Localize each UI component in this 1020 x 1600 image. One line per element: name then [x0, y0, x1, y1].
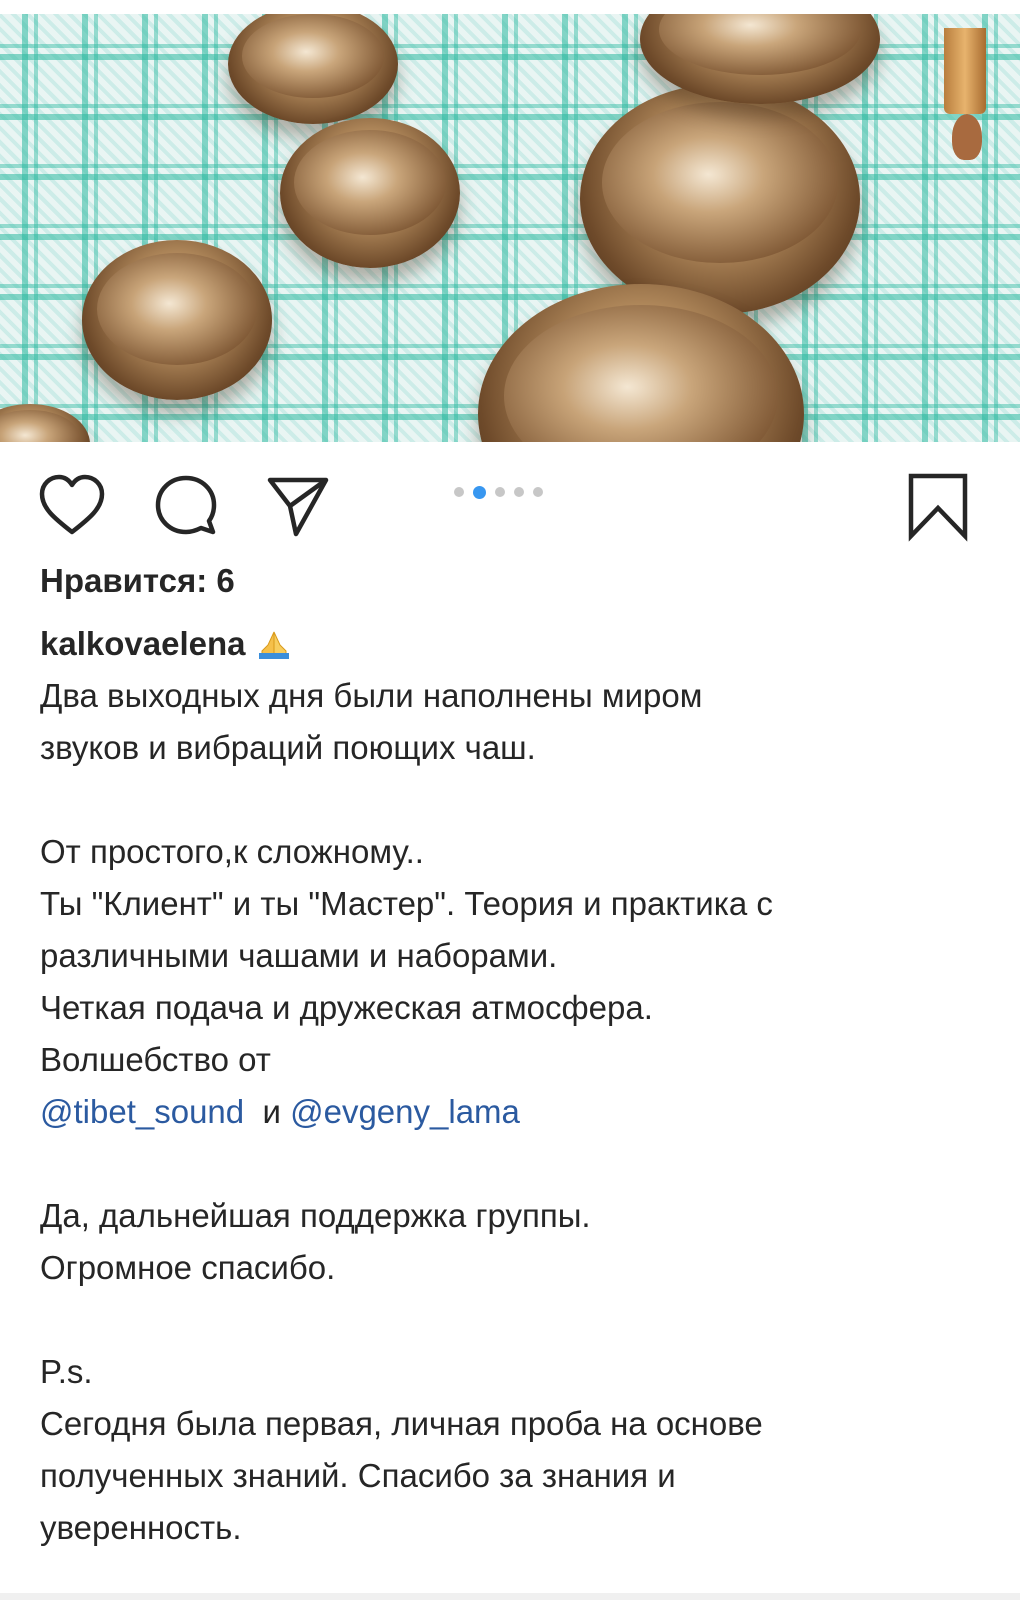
praying-hands-emoji-icon — [258, 631, 289, 659]
caption-line: От простого,к сложному.. — [40, 833, 424, 870]
caption-line: различными чашами и наборами. — [40, 937, 558, 974]
author-username[interactable]: kalkovaelena — [40, 625, 245, 662]
carousel-indicator — [454, 486, 543, 499]
paper-plane-icon[interactable] — [262, 470, 334, 542]
likes-count[interactable]: Нравится: 6 — [40, 562, 235, 600]
carousel-dot[interactable] — [533, 487, 543, 497]
mention-link[interactable]: @tibet_sound — [40, 1093, 244, 1130]
singing-bowl — [280, 118, 460, 268]
heart-icon[interactable] — [36, 470, 108, 542]
caption-line: Волшебство от — [40, 1041, 271, 1078]
carousel-dot[interactable] — [514, 487, 524, 497]
caption-line: Огромное спасибо. — [40, 1249, 336, 1286]
caption-header: kalkovaelena — [40, 618, 980, 670]
post-caption: kalkovaelena Два выходных дня были напол… — [40, 618, 980, 1554]
post-actions-bar — [0, 450, 1020, 542]
caption-line: Да, дальнейшая поддержка группы. — [40, 1197, 591, 1234]
caption-line: звуков и вибраций поющих чаш. — [40, 729, 536, 766]
singing-bowl — [0, 404, 90, 442]
caption-line: P.s. — [40, 1353, 93, 1390]
singing-bowl — [580, 84, 860, 314]
carousel-dot[interactable] — [454, 487, 464, 497]
bookmark-icon[interactable] — [905, 470, 971, 542]
caption-line: Ты "Клиент" и ты "Мастер". Теория и прак… — [40, 885, 773, 922]
singing-bowl — [228, 14, 398, 124]
carousel-dot-active[interactable] — [473, 486, 486, 499]
caption-conjunction: и — [262, 1093, 281, 1130]
caption-line: уверенность. — [40, 1509, 242, 1546]
caption-mentions-line: @tibet_sound и @evgeny_lama — [40, 1086, 980, 1138]
carousel-dot[interactable] — [495, 487, 505, 497]
post-photo[interactable] — [0, 14, 1020, 442]
caption-line: полученных знаний. Спасибо за знания и — [40, 1457, 676, 1494]
mallet-tip — [952, 114, 982, 160]
mention-link[interactable]: @evgeny_lama — [290, 1093, 520, 1130]
caption-line: Два выходных дня были наполнены миром — [40, 677, 703, 714]
top-spacer — [0, 0, 1020, 14]
comment-icon[interactable] — [150, 470, 222, 542]
wooden-mallet — [944, 28, 986, 114]
singing-bowl — [82, 240, 272, 400]
caption-line: Четкая подача и дружеская атмосфера. — [40, 989, 653, 1026]
bottom-divider — [0, 1593, 1020, 1600]
caption-line: Сегодня была первая, личная проба на осн… — [40, 1405, 763, 1442]
